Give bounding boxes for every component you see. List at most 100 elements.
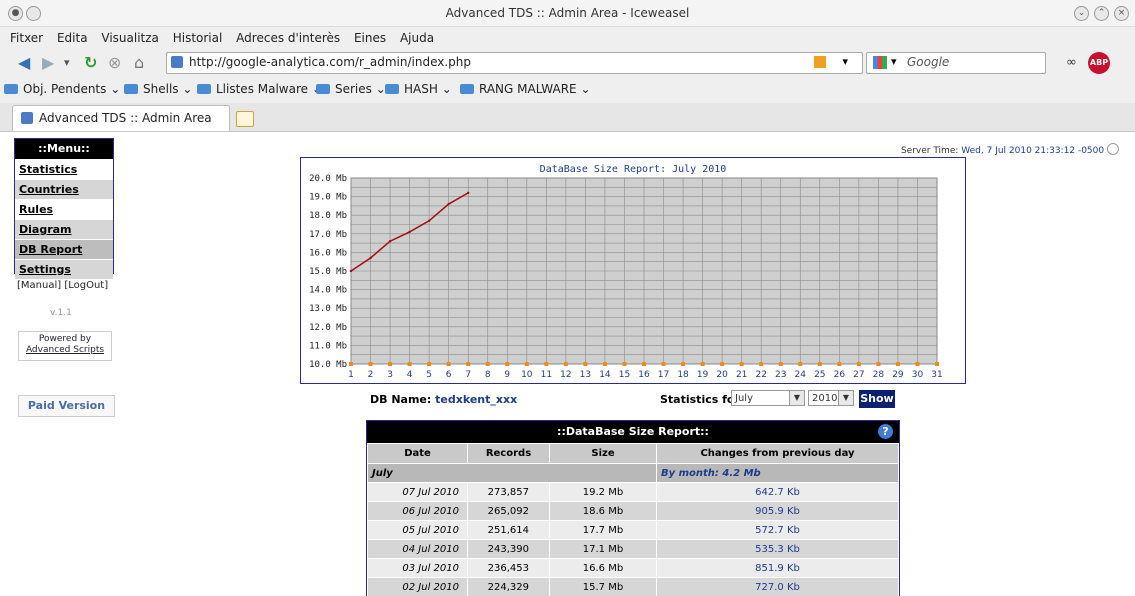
x-tick-label: 14 — [599, 370, 611, 380]
x-tick-label: 12 — [560, 370, 571, 380]
x-axis-marker — [408, 362, 412, 366]
x-axis-marker — [486, 362, 490, 366]
search-input[interactable]: ▾ Google — [866, 52, 1046, 74]
x-axis-marker — [701, 362, 705, 366]
menu-edit[interactable]: Edita — [57, 31, 88, 45]
menu-view[interactable]: Visualitza — [101, 31, 159, 45]
x-tick-label: 27 — [853, 370, 864, 380]
x-tick-label: 30 — [912, 370, 924, 380]
menu-item-statistics[interactable]: Statistics — [15, 159, 113, 179]
x-tick-label: 6 — [446, 370, 452, 380]
data-point — [447, 203, 449, 205]
data-point — [467, 192, 469, 194]
powered-by-box: Powered by Advanced Scripts — [18, 331, 112, 361]
x-axis-marker — [349, 362, 353, 366]
cell-size: 16.6 Mb — [550, 559, 657, 578]
x-tick-label: 28 — [873, 370, 885, 380]
menu-tools[interactable]: Eines — [354, 31, 386, 45]
cell-records: 273,857 — [468, 483, 550, 502]
menu-item-countries[interactable]: Countries — [15, 179, 113, 199]
bookmark-folder[interactable]: RANG MALWARE ⌄ — [460, 82, 591, 96]
close-icon[interactable]: × — [1114, 6, 1129, 21]
tab-admin-area[interactable]: Advanced TDS :: Admin Area — [12, 105, 230, 131]
menu-help[interactable]: Ajuda — [400, 31, 434, 45]
history-dropdown-icon[interactable]: ▾ — [64, 53, 70, 73]
navigation-toolbar: ◀ ▶ ▾ ↻ ⊗ ⌂ http://google-analytica.com/… — [0, 49, 1135, 77]
cell-change: 905.9 Kb — [657, 502, 899, 521]
month-select-value: July — [735, 393, 753, 404]
minimize-icon[interactable]: ⌄ — [1074, 6, 1089, 21]
bookmark-folder[interactable]: Series ⌄ — [316, 82, 386, 96]
x-axis-marker — [837, 362, 841, 366]
paid-version-button[interactable]: Paid Version — [18, 395, 115, 417]
search-engine-dropdown-icon[interactable]: ▾ — [891, 55, 897, 68]
month-select[interactable]: July ▼ — [731, 390, 805, 406]
y-tick-label: 19.0 Mb — [309, 193, 347, 203]
month-summary: By month: 4.2 Mb — [657, 464, 899, 483]
folder-icon — [4, 84, 18, 94]
manual-logout-links[interactable]: [Manual] [LogOut] — [17, 280, 108, 291]
binoculars-icon[interactable]: ∞ — [1066, 53, 1077, 73]
x-axis-marker — [603, 362, 607, 366]
chart-svg: DataBase Size Report: July 2010 10.0 Mb1… — [301, 158, 965, 383]
side-menu: ::Menu:: Statistics Countries Rules Diag… — [14, 138, 114, 274]
data-point — [369, 257, 371, 259]
x-tick-label: 1 — [348, 370, 354, 380]
search-placeholder: Google — [907, 55, 949, 69]
menubar: Fitxer Edita Visualitza Historial Adrece… — [0, 27, 1135, 49]
table-row: 06 Jul 2010265,09218.6 Mb905.9 Kb — [368, 502, 899, 521]
show-button[interactable]: Show — [859, 390, 895, 408]
stop-icon[interactable]: ⊗ — [108, 53, 121, 73]
db-size-report: ::DataBase Size Report:: ? Date Records … — [366, 420, 900, 596]
x-axis-marker — [740, 362, 744, 366]
x-tick-label: 22 — [755, 370, 766, 380]
year-select[interactable]: 2010 ▼ — [808, 390, 854, 406]
folder-icon — [124, 84, 138, 94]
x-axis-marker — [915, 362, 919, 366]
url-dropdown-icon[interactable]: ▾ — [842, 55, 848, 68]
page-translate-icon[interactable] — [814, 56, 826, 68]
chevron-down-icon: ▼ — [838, 391, 853, 405]
cell-size: 19.2 Mb — [550, 483, 657, 502]
menu-file[interactable]: Fitxer — [10, 31, 43, 45]
x-tick-label: 24 — [795, 370, 807, 380]
x-axis-marker — [662, 362, 666, 366]
maximize-icon[interactable]: ⌃ — [1094, 6, 1109, 21]
adblock-icon[interactable]: ABP — [1088, 52, 1110, 74]
menu-item-db-report[interactable]: DB Report — [15, 239, 113, 259]
x-tick-label: 10 — [521, 370, 533, 380]
bookmarks-toolbar: Obj. Pendents ⌄ Shells ⌄ Llistes Malware… — [0, 77, 1135, 103]
cell-change: 642.7 Kb — [657, 483, 899, 502]
url-input[interactable]: http://google-analytica.com/r_admin/inde… — [166, 52, 863, 74]
menu-bookmarks[interactable]: Adreces d'interès — [236, 31, 340, 45]
menu-item-diagram[interactable]: Diagram — [15, 219, 113, 239]
column-header-date: Date — [368, 444, 468, 464]
home-icon[interactable]: ⌂ — [134, 53, 144, 73]
x-tick-label: 3 — [387, 370, 393, 380]
menu-history[interactable]: Historial — [173, 31, 223, 45]
x-tick-label: 25 — [814, 370, 825, 380]
tab-bar: Advanced TDS :: Admin Area — [0, 103, 1135, 132]
help-icon[interactable]: ? — [878, 424, 893, 439]
bookmark-folder[interactable]: Shells ⌄ — [124, 82, 192, 96]
window-titlebar: ● Advanced TDS :: Admin Area - Iceweasel… — [0, 0, 1135, 27]
y-tick-label: 12.0 Mb — [309, 323, 347, 333]
menu-item-rules[interactable]: Rules — [15, 199, 113, 219]
menu-item-settings[interactable]: Settings — [15, 259, 113, 279]
folder-icon — [460, 84, 474, 94]
x-axis-marker — [779, 362, 783, 366]
cell-change: 572.7 Kb — [657, 521, 899, 540]
bookmark-folder[interactable]: HASH ⌄ — [385, 82, 452, 96]
side-menu-header: ::Menu:: — [15, 139, 113, 159]
search-engine-icon[interactable] — [873, 56, 887, 69]
new-tab-icon[interactable] — [236, 111, 254, 127]
x-tick-label: 11 — [541, 370, 552, 380]
reload-icon[interactable]: ↻ — [84, 53, 97, 73]
forward-icon[interactable]: ▶ — [42, 53, 54, 73]
bookmark-folder[interactable]: Llistes Malware ⌄ — [197, 82, 322, 96]
advanced-scripts-link[interactable]: Advanced Scripts — [19, 345, 111, 356]
bookmark-folder[interactable]: Obj. Pendents ⌄ — [4, 82, 120, 96]
table-header-row: Date Records Size Changes from previous … — [368, 444, 899, 464]
x-tick-label: 20 — [716, 370, 728, 380]
back-icon[interactable]: ◀ — [18, 53, 30, 73]
